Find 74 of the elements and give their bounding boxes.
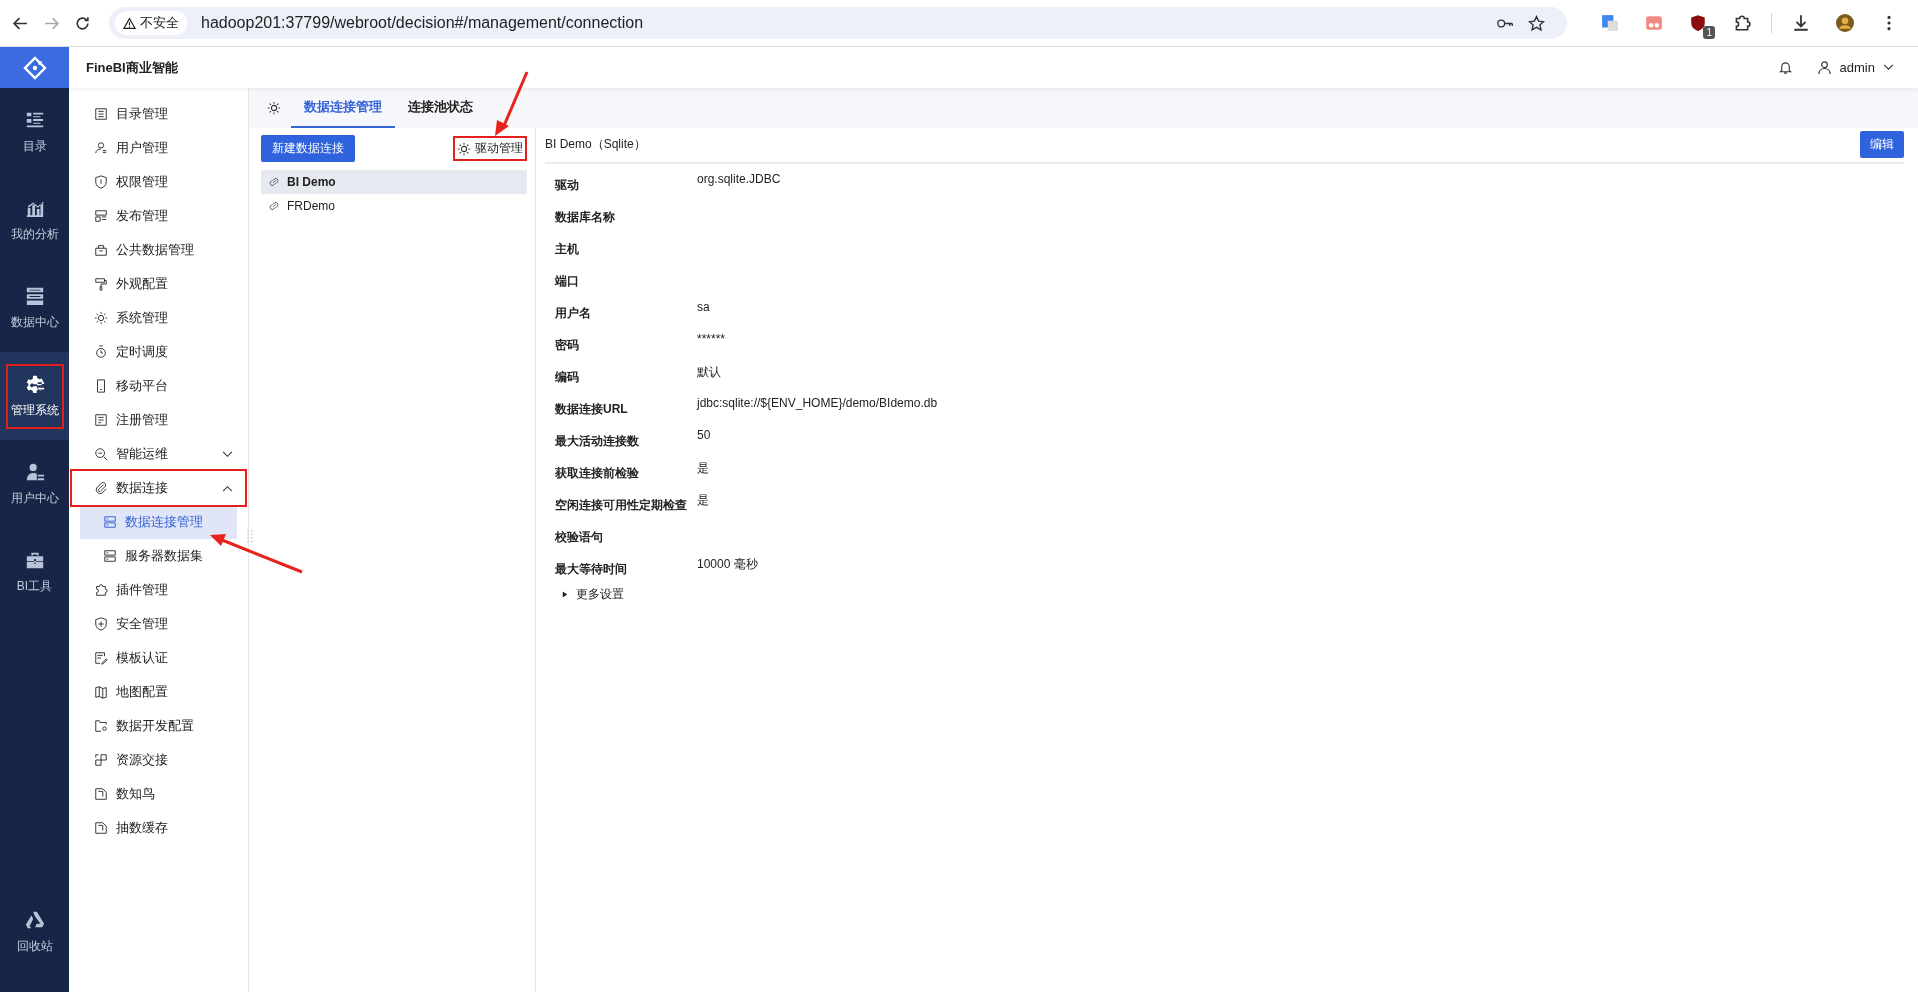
field-label: 空闲连接可用性定期检查: [555, 497, 688, 514]
sidebar-item[interactable]: 移动平台: [72, 369, 245, 403]
nav-item[interactable]: 目录: [0, 88, 69, 176]
sidebar-item[interactable]: 数据开发配置: [72, 709, 245, 743]
sidebar-item[interactable]: 数据连接: [72, 471, 245, 505]
sidebar-item[interactable]: 公共数据管理: [72, 233, 245, 267]
connection-title: BI Demo（Sqlite）: [545, 135, 646, 153]
nav-label: 数据中心: [10, 313, 59, 331]
sidebar-subitem[interactable]: 数据连接管理: [80, 505, 237, 539]
field-label: 密码: [555, 337, 580, 354]
sidebar-item[interactable]: 抽数缓存: [72, 811, 245, 845]
connection-item[interactable]: FRDemo: [261, 194, 527, 218]
sidebar-item[interactable]: 注册管理: [72, 403, 245, 437]
field-label: 数据连接URL: [555, 401, 629, 418]
field-value: 是: [697, 492, 709, 509]
nav-label: 目录: [22, 137, 47, 155]
sidebar-item[interactable]: 数知鸟: [72, 777, 245, 811]
field-value: jdbc:sqlite://${ENV_HOME}/demo/BIdemo.db: [697, 396, 938, 410]
sidebar-item[interactable]: 系统管理: [72, 301, 245, 335]
user-menu[interactable]: admin: [1816, 60, 1894, 75]
address-bar[interactable]: 不安全 hadoop201:37799/webroot/decision#/management/connection: [109, 7, 1567, 39]
field-label: 用户名: [555, 305, 592, 322]
nav-item[interactable]: 用户中心: [0, 440, 69, 528]
sidebar-item[interactable]: 用户管理: [72, 131, 245, 165]
nav-item[interactable]: 数据中心: [0, 264, 69, 352]
sidebar-item[interactable]: 目录管理: [72, 97, 245, 131]
sidebar-item[interactable]: 资源交接: [72, 743, 245, 777]
sidebar-item[interactable]: 定时调度: [72, 335, 245, 369]
field-label: 最大等待时间: [555, 561, 628, 578]
field-label: 最大活动连接数: [555, 433, 640, 450]
sidebar-item[interactable]: 安全管理: [72, 607, 245, 641]
new-connection-button[interactable]: 新建数据连接: [261, 135, 355, 162]
sidebar-subitem[interactable]: 服务器数据集: [80, 539, 237, 573]
field-value: 是: [697, 460, 709, 477]
field-label: 端口: [555, 273, 580, 290]
field-value: 默认: [697, 364, 721, 381]
driver-management-button[interactable]: 驱动管理: [453, 136, 527, 161]
url-text: hadoop201:37799/webroot/decision#/management/connection: [201, 14, 644, 32]
sidebar-item[interactable]: 地图配置: [72, 675, 245, 709]
field-label: 校验语句: [555, 529, 604, 546]
field-value: sa: [697, 300, 710, 314]
tab[interactable]: 数据连接管理: [291, 88, 395, 128]
app-title: FineBI商业智能: [86, 58, 178, 77]
sidebar-item[interactable]: 模板认证: [72, 641, 245, 675]
nav-label: BI工具: [16, 577, 53, 595]
edit-button[interactable]: 编辑: [1860, 130, 1904, 158]
field-value: 10000 毫秒: [697, 556, 758, 573]
nav-item[interactable]: 我的分析: [0, 176, 69, 264]
field-value: ******: [697, 332, 726, 346]
extension-badge: 1: [1703, 26, 1715, 39]
security-label: 不安全: [140, 14, 179, 32]
field-value: org.sqlite.JDBC: [697, 172, 781, 186]
nav-item[interactable]: 管理系统: [0, 352, 69, 440]
sidebar-item[interactable]: 发布管理: [72, 199, 245, 233]
more-settings-toggle[interactable]: 更多设置: [562, 586, 1904, 603]
nav-item[interactable]: BI工具: [0, 528, 69, 616]
field-label: 数据库名称: [555, 209, 616, 226]
sidebar-item[interactable]: 智能运维: [72, 437, 245, 471]
field-label: 驱动: [555, 177, 580, 194]
nav-label: 我的分析: [10, 225, 59, 243]
nav-label: 管理系统: [10, 401, 59, 419]
security-chip[interactable]: 不安全: [115, 11, 187, 35]
field-label: 主机: [555, 241, 580, 258]
sidebar-item[interactable]: 权限管理: [72, 165, 245, 199]
field-label: 获取连接前检验: [555, 465, 640, 482]
field-value: 50: [697, 428, 711, 442]
nav-item[interactable]: 回收站: [0, 888, 69, 976]
nav-label: 用户中心: [10, 489, 59, 507]
connection-item[interactable]: BI Demo: [261, 170, 527, 194]
sidebar-item[interactable]: 外观配置: [72, 267, 245, 301]
tab[interactable]: 连接池状态: [395, 88, 486, 128]
sidebar-item[interactable]: 插件管理: [72, 573, 245, 607]
nav-label: 回收站: [16, 937, 53, 955]
field-label: 编码: [555, 369, 580, 386]
